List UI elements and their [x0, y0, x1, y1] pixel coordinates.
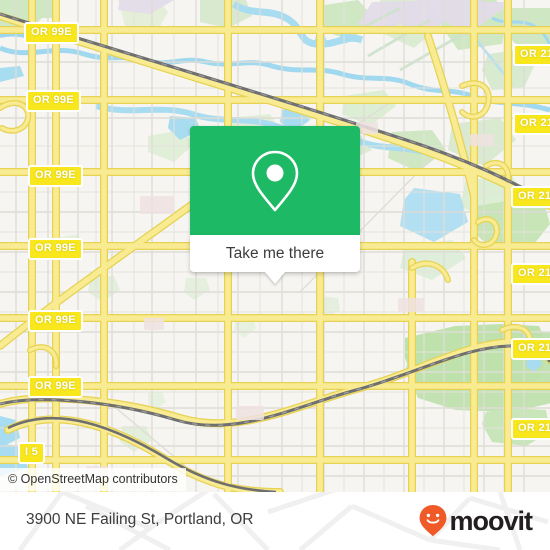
map-pin-icon [251, 150, 299, 211]
road-shield: OR 213 [511, 263, 550, 285]
road-shield: OR 99E [28, 238, 83, 260]
destination-callout[interactable]: Take me there [190, 126, 360, 272]
callout-pointer [265, 272, 285, 284]
moovit-logo[interactable]: moovit [418, 504, 533, 537]
road-shield: OR 213 [513, 113, 550, 135]
callout-pin-area [190, 126, 360, 235]
take-me-there-button[interactable]: Take me there [190, 235, 360, 272]
osm-attribution[interactable]: © OpenStreetMap contributors [0, 468, 186, 491]
road-shield: OR 213 [511, 418, 550, 440]
take-me-there-label: Take me there [225, 244, 325, 262]
moovit-wordmark: moovit [449, 505, 533, 536]
road-shield: OR 99E [28, 310, 83, 332]
road-shield: OR 213 [511, 338, 550, 360]
road-shield: OR 99E [28, 165, 83, 187]
footer-bar: 3900 NE Failing St, Portland, OR moovit [0, 492, 550, 550]
road-shield: OR 213 [513, 44, 550, 66]
map-screenshot: OR 99E OR 99E OR 99E OR 99E OR 99E OR 99E I 5 O… [0, 0, 550, 550]
road-shield: OR 213 [511, 186, 550, 208]
road-shield: OR 99E [24, 22, 79, 44]
road-shield: I 5 [18, 442, 46, 464]
address-label: 3900 NE Failing St, Portland, OR [26, 511, 254, 528]
road-shield: OR 99E [26, 90, 81, 112]
road-shield: OR 99E [28, 376, 83, 398]
moovit-pin-smiley-icon [420, 505, 447, 537]
